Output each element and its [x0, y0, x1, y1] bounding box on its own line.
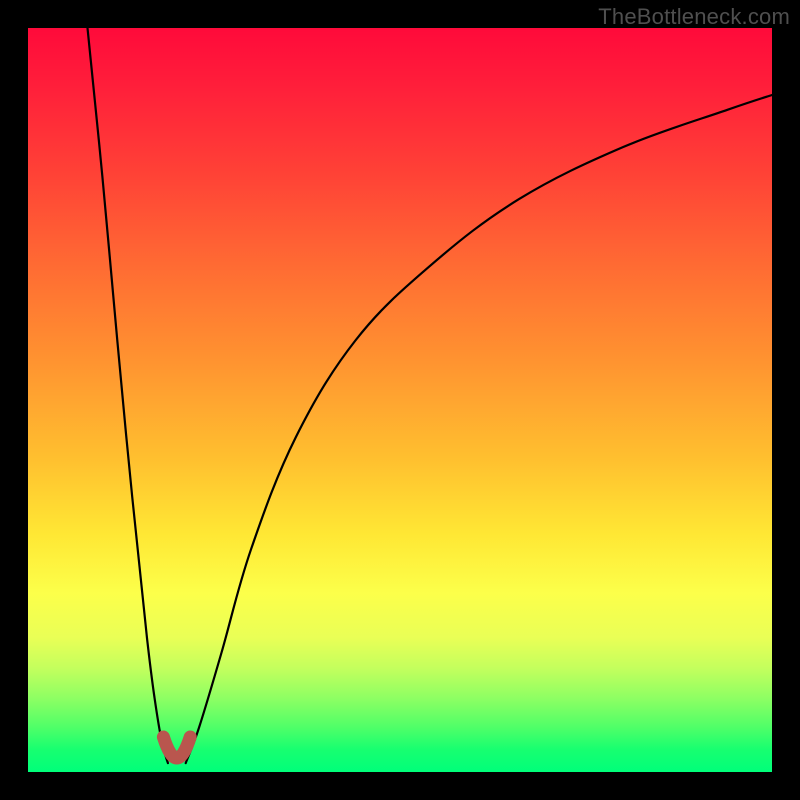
curve-left-branch: [88, 28, 168, 763]
curve-right-branch: [186, 95, 772, 763]
valley-marker: [163, 737, 190, 758]
watermark-text: TheBottleneck.com: [598, 4, 790, 30]
plot-area: [28, 28, 772, 772]
curve-svg: [28, 28, 772, 772]
chart-frame: TheBottleneck.com: [0, 0, 800, 800]
